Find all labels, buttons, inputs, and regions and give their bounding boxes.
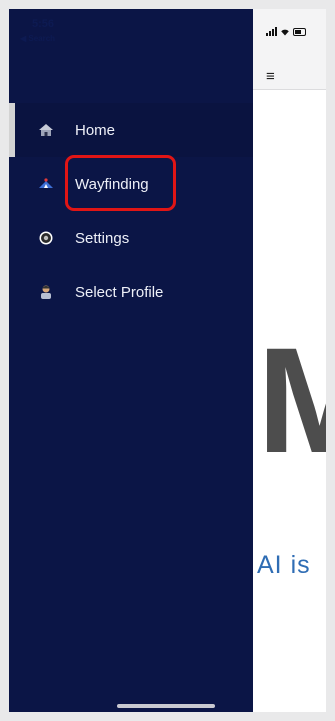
drawer-item-select-profile[interactable]: Select Profile: [9, 265, 253, 319]
wifi-icon: [281, 29, 289, 36]
hero-logo-text: M: [257, 316, 326, 484]
top-app-bar: ≡: [253, 9, 326, 90]
drawer-item-home[interactable]: Home: [9, 103, 253, 157]
wayfinding-icon: [39, 178, 53, 188]
profile-icon: [41, 285, 51, 299]
drawer-item-settings[interactable]: Settings: [9, 211, 253, 265]
main-content: ≡ M AI is: [253, 9, 326, 712]
house-icon: [39, 124, 53, 136]
drawer-item-label: Home: [75, 121, 116, 139]
hero-tagline: AI is: [257, 551, 311, 579]
gear-icon: [39, 231, 53, 245]
navigation-drawer: 5:56 ◀ Search Home Wayfinding Settings S…: [9, 9, 253, 712]
signal-icon: [266, 27, 277, 36]
drawer-item-label: Settings: [75, 229, 130, 247]
hamburger-menu-icon[interactable]: ≡: [266, 69, 275, 84]
status-icons: [266, 27, 306, 36]
home-indicator[interactable]: [117, 704, 215, 708]
battery-icon: [293, 27, 306, 36]
active-indicator: [9, 103, 15, 157]
drawer-item-label: Select Profile: [75, 283, 164, 301]
back-to-search-link[interactable]: ◀ Search: [20, 34, 55, 43]
status-time: 5:56: [32, 18, 55, 30]
phone-screen: ≡ M AI is 5:56 ◀ Search Home Wayfinding: [9, 9, 326, 712]
highlight-annotation-box: [65, 155, 176, 211]
